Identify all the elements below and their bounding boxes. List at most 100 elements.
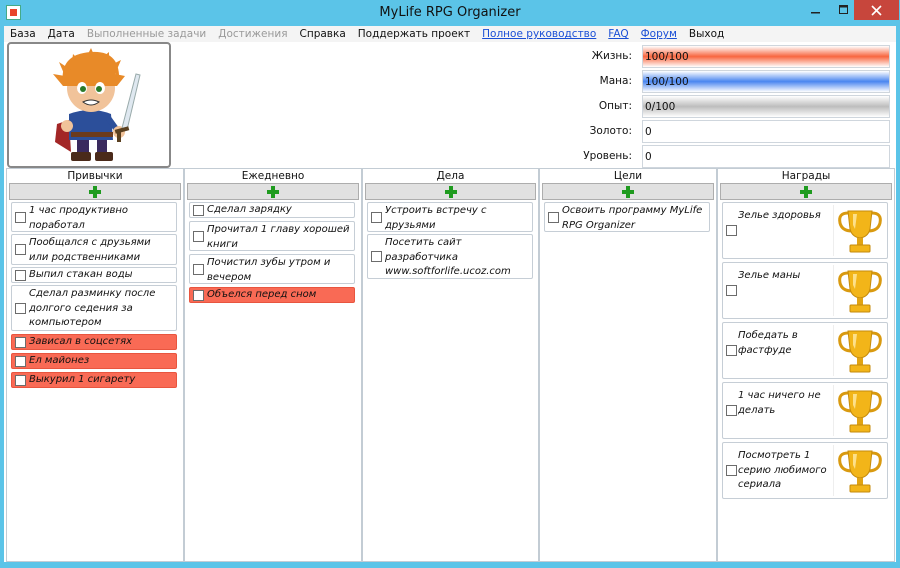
- task-text: Устроить встречу с друзьями: [385, 205, 487, 231]
- menu-item[interactable]: Форум: [641, 28, 677, 40]
- close-icon: [871, 4, 882, 16]
- window-title: MyLife RPG Organizer: [379, 5, 521, 20]
- task-checkbox[interactable]: [548, 212, 559, 223]
- task-text: Ел майонез: [29, 355, 90, 366]
- task-text: Посетить сайт разработчика www.softforli…: [385, 237, 511, 277]
- task-checkbox[interactable]: [371, 212, 382, 223]
- menu-bar: База Дата Выполненные задачи Достижения Спра…: [4, 26, 896, 42]
- task-checkbox[interactable]: [15, 212, 26, 223]
- reward-text: Зелье здоровья: [738, 210, 821, 221]
- app-window: MyLife RPG Organizer База Дата Выполненные…: [0, 0, 900, 568]
- task-checkbox[interactable]: [193, 205, 204, 216]
- stat-level: Уровень: 0: [564, 145, 894, 168]
- reward-item[interactable]: Зелье здоровья: [722, 202, 888, 259]
- column-daily: Ежедневно Сделал зарядку Прочитал 1 главу…: [184, 168, 362, 562]
- task-text: Сделал разминку после долгого седения за…: [29, 288, 156, 328]
- reward-checkbox[interactable]: [726, 405, 737, 416]
- task-text: Пообщался с друзьями или родственниками: [29, 237, 151, 263]
- task-text: Выкурил 1 сигарету: [29, 374, 136, 385]
- reward-text: Победать в фастфуде: [738, 330, 798, 356]
- task-item[interactable]: 1 час продуктивно поработал: [11, 202, 177, 232]
- add-todo-button[interactable]: [365, 183, 536, 200]
- gold-field: 0: [642, 120, 890, 143]
- column-header: Привычки: [7, 168, 183, 183]
- level-label: Уровень:: [583, 150, 632, 162]
- reward-checkbox[interactable]: [726, 345, 737, 356]
- maximize-icon: [838, 5, 848, 14]
- trophy-icon: [833, 385, 885, 436]
- title-bar[interactable]: MyLife RPG Organizer: [0, 0, 900, 26]
- add-daily-button[interactable]: [187, 183, 359, 200]
- reward-item[interactable]: Победать в фастфуде: [722, 322, 888, 379]
- menu-item[interactable]: Справка: [300, 28, 346, 40]
- task-item[interactable]: Выпил стакан воды: [11, 267, 177, 283]
- reward-item[interactable]: Зелье маны: [722, 262, 888, 319]
- plus-icon: [800, 185, 812, 198]
- task-checkbox[interactable]: [15, 270, 26, 281]
- bad-habit-item[interactable]: Зависал в соцсетях: [11, 334, 177, 350]
- task-checkbox[interactable]: [193, 290, 204, 301]
- plus-icon: [622, 185, 634, 198]
- column-header: Цели: [540, 168, 716, 183]
- task-item[interactable]: Сделал зарядку: [189, 202, 355, 218]
- plus-icon: [89, 185, 101, 198]
- menu-item[interactable]: Поддержать проект: [358, 28, 470, 40]
- stat-mana: Мана: 100/100: [564, 70, 894, 93]
- column-goals: Цели Освоить программу MyLife RPG Organi…: [539, 168, 717, 562]
- reward-item[interactable]: Посмотреть 1 серию любимого сериала: [722, 442, 888, 499]
- task-item[interactable]: Пообщался с друзьями или родственниками: [11, 234, 177, 265]
- character-avatar[interactable]: [7, 42, 171, 168]
- gold-value: 0: [645, 126, 652, 138]
- maximize-button[interactable]: [830, 0, 857, 20]
- life-bar: 100/100: [642, 45, 890, 68]
- trophy-icon: [833, 265, 885, 316]
- reward-checkbox[interactable]: [726, 465, 737, 476]
- bad-habit-item[interactable]: Объелся перед сном: [189, 287, 355, 303]
- task-item[interactable]: Почистил зубы утром и вечером: [189, 254, 355, 284]
- task-item[interactable]: Прочитал 1 главу хорошей книги: [189, 221, 355, 251]
- task-text: Почистил зубы утром и вечером: [207, 257, 331, 283]
- mana-label: Мана:: [599, 75, 632, 87]
- menu-item[interactable]: Дата: [48, 28, 75, 40]
- reward-checkbox[interactable]: [726, 225, 737, 236]
- add-reward-button[interactable]: [720, 183, 892, 200]
- exp-bar-fill: [643, 96, 889, 117]
- level-value: 0: [645, 151, 652, 163]
- task-checkbox[interactable]: [371, 251, 382, 262]
- reward-checkbox[interactable]: [726, 285, 737, 296]
- add-goal-button[interactable]: [542, 183, 714, 200]
- minimize-icon: [810, 12, 820, 14]
- trophy-icon: [833, 325, 885, 376]
- task-checkbox[interactable]: [15, 375, 26, 386]
- add-habit-button[interactable]: [9, 183, 181, 200]
- menu-item[interactable]: Выход: [689, 28, 724, 40]
- column-header: Дела: [363, 168, 538, 183]
- column-rewards: Награды Зелье здоровья Зелье маны Победать…: [717, 168, 895, 562]
- task-item[interactable]: Посетить сайт разработчика www.softforli…: [367, 234, 533, 279]
- task-item[interactable]: Устроить встречу с друзьями: [367, 202, 533, 232]
- menu-item: Выполненные задачи: [86, 28, 207, 40]
- plus-icon: [267, 185, 279, 198]
- task-checkbox[interactable]: [15, 244, 26, 255]
- minimize-button[interactable]: [802, 0, 829, 20]
- task-item[interactable]: Сделал разминку после долгого седения за…: [11, 285, 177, 331]
- column-header: Награды: [718, 168, 894, 183]
- menu-item[interactable]: Полное руководство: [482, 28, 596, 40]
- plus-icon: [444, 185, 457, 198]
- bad-habit-item[interactable]: Ел майонез: [11, 353, 177, 369]
- menu-item[interactable]: FAQ: [608, 28, 628, 40]
- reward-text: 1 час ничего не делать: [738, 390, 821, 416]
- task-checkbox[interactable]: [193, 264, 204, 275]
- reward-item[interactable]: 1 час ничего не делать: [722, 382, 888, 439]
- task-checkbox[interactable]: [193, 231, 204, 242]
- close-button[interactable]: [854, 0, 899, 20]
- task-checkbox[interactable]: [15, 337, 26, 348]
- bad-habit-item[interactable]: Выкурил 1 сигарету: [11, 372, 177, 388]
- task-checkbox[interactable]: [15, 303, 26, 314]
- column-todos: Дела Устроить встречу с друзьями Посетить…: [362, 168, 539, 562]
- task-item[interactable]: Освоить программу MyLife RPG Organizer: [544, 202, 710, 232]
- column-habits: Привычки 1 час продуктивно поработал Пооб…: [6, 168, 184, 562]
- task-text: Объелся перед сном: [207, 289, 317, 300]
- task-checkbox[interactable]: [15, 356, 26, 367]
- menu-item[interactable]: База: [10, 28, 36, 40]
